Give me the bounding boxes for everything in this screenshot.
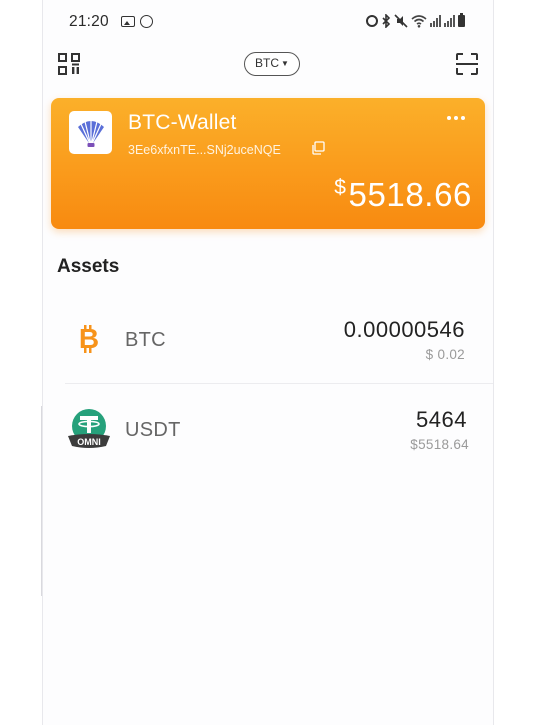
app-icon xyxy=(140,15,153,28)
wifi-icon xyxy=(411,15,427,28)
phone-screen: 21:20 BTC ▼ BTC-Wallet 3Ee6xfxnTE...SNj2… xyxy=(43,0,493,725)
assets-heading: Assets xyxy=(57,256,120,277)
status-bar: 21:20 xyxy=(43,8,493,36)
mute-icon xyxy=(394,14,408,28)
coin-selector[interactable]: BTC ▼ xyxy=(244,52,300,76)
wallet-name: BTC-Wallet xyxy=(128,111,237,134)
chevron-down-icon: ▼ xyxy=(281,59,289,68)
status-time: 21:20 xyxy=(69,13,109,30)
copy-icon[interactable] xyxy=(311,141,325,155)
wallet-card[interactable]: BTC-Wallet 3Ee6xfxnTE...SNj2uceNQE $5518… xyxy=(51,98,485,229)
bitcoin-icon: B xyxy=(65,315,113,363)
asset-symbol: USDT xyxy=(125,419,181,441)
signal-icon xyxy=(444,15,455,27)
asset-row-usdt[interactable]: OMNI USDT 5464 $5518.64 xyxy=(43,385,493,475)
asset-symbol: BTC xyxy=(125,329,166,351)
status-icons xyxy=(366,13,465,28)
qr-code-icon[interactable] xyxy=(57,52,81,76)
signal-icon xyxy=(430,15,441,27)
row-divider xyxy=(65,383,493,384)
frame-right-edge xyxy=(493,0,494,725)
asset-amount: 5464 xyxy=(416,407,467,432)
coin-selector-label: BTC xyxy=(255,56,279,70)
asset-fiat-value: $5518.64 xyxy=(410,437,469,452)
omni-badge-text: OMNI xyxy=(77,437,101,447)
top-bar: BTC ▼ xyxy=(43,44,493,84)
gallery-icon xyxy=(121,16,135,27)
more-icon[interactable] xyxy=(447,112,469,124)
asset-amount: 0.00000546 xyxy=(343,317,465,342)
wallet-balance: $5518.66 xyxy=(334,176,472,214)
wallet-logo xyxy=(69,111,112,154)
balance-value: 5518.66 xyxy=(348,176,472,213)
battery-icon xyxy=(458,13,465,27)
bluetooth-icon xyxy=(382,14,391,28)
shell-logo-icon xyxy=(77,120,104,147)
asset-fiat-value: $ 0.02 xyxy=(425,347,465,362)
tether-omni-icon: OMNI xyxy=(65,405,113,453)
wallet-address: 3Ee6xfxnTE...SNj2uceNQE xyxy=(128,143,281,157)
scan-icon[interactable] xyxy=(455,52,479,76)
currency-symbol: $ xyxy=(334,176,347,199)
alarm-icon xyxy=(366,15,378,27)
asset-row-btc[interactable]: B BTC 0.00000546 $ 0.02 xyxy=(43,295,493,385)
